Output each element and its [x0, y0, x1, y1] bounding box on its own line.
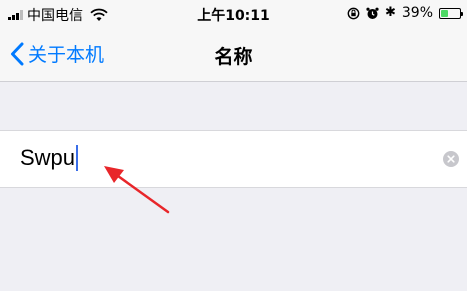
status-bar: 中国电信 上午10:11 ✱ 39%	[0, 0, 467, 28]
page-title: 名称	[214, 46, 253, 68]
navigation-bar: 关于本机 名称	[0, 28, 467, 82]
battery-percent: 39%	[401, 5, 433, 21]
name-field[interactable]: Swpu	[20, 145, 79, 171]
name-input-row: Swpu	[0, 130, 467, 188]
clear-x-icon	[447, 155, 455, 163]
text-caret	[76, 145, 79, 171]
bluetooth-icon: ✱	[384, 5, 396, 20]
battery-icon	[439, 7, 463, 19]
rotation-lock-icon	[347, 7, 360, 19]
name-field-value: Swpu	[20, 145, 76, 170]
status-right: ✱ 39%	[347, 5, 463, 21]
alarm-icon	[366, 7, 379, 19]
battery-fill	[441, 9, 448, 17]
clear-text-button[interactable]	[443, 151, 459, 167]
